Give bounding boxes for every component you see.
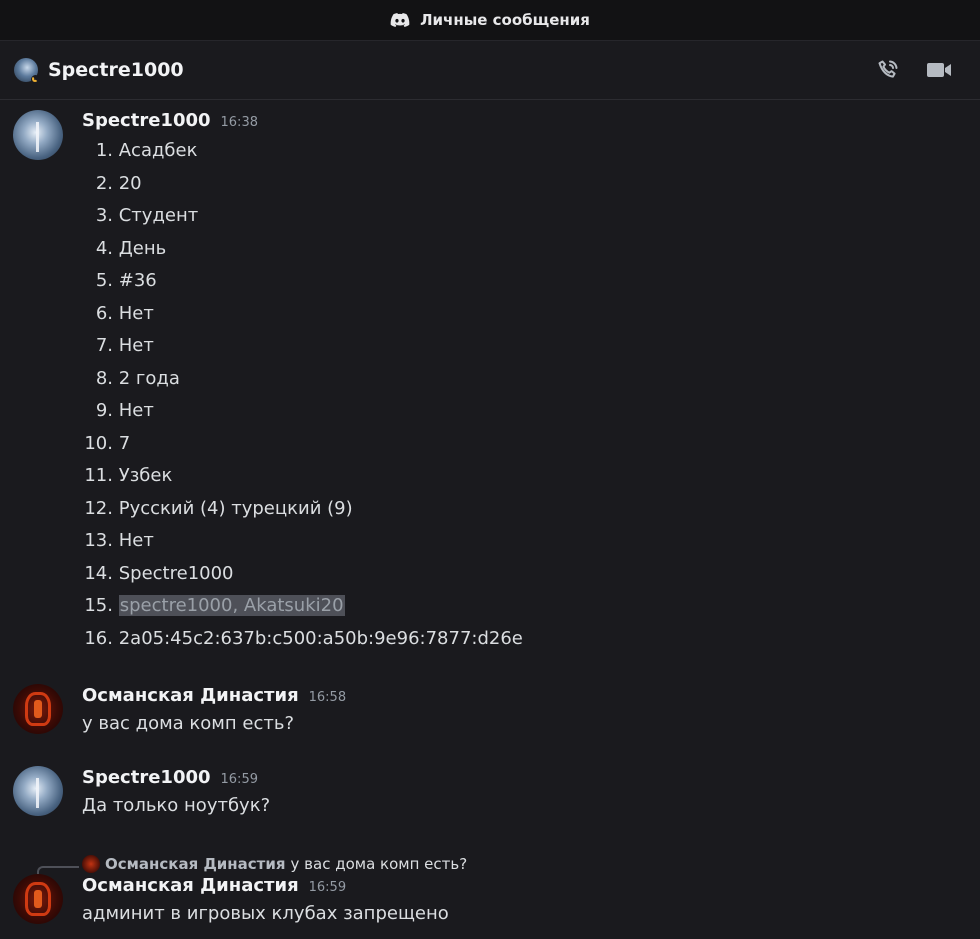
message-author[interactable]: Spectre1000 — [82, 110, 211, 131]
message-with-reply: Османская Династия у вас дома комп есть?… — [0, 854, 980, 928]
list-item: 15. spectre1000, Akatsuki20 — [84, 595, 345, 616]
list-item: 5. #36 — [95, 270, 157, 291]
message-list: Spectre1000 16:38 1. Асадбек 2. 20 3. Ст… — [0, 110, 980, 928]
spoiler-text[interactable]: spectre1000, Akatsuki20 — [118, 595, 345, 616]
user-avatar[interactable] — [13, 874, 63, 924]
message-text: у вас дома комп есть? — [82, 713, 294, 734]
discord-logo-icon — [390, 13, 410, 27]
message-text: Да только ноутбук? — [82, 795, 271, 816]
answer-list: 1. Асадбек 2. 20 3. Студент 4. День 5. #… — [82, 135, 980, 655]
list-item: 16. 2a05:45c2:637b:c500:a50b:9e96:7877:d… — [84, 627, 523, 649]
list-item: 9. Нет — [95, 400, 154, 421]
reply-avatar — [82, 855, 100, 873]
reply-preview[interactable]: Османская Династия у вас дома комп есть? — [82, 854, 980, 874]
message-timestamp: 16:59 — [308, 880, 347, 895]
reply-text[interactable]: у вас дома комп есть? — [291, 855, 468, 873]
dm-header: Spectre1000 — [0, 41, 980, 100]
video-call-icon[interactable] — [926, 60, 952, 80]
message: Spectre1000 16:38 1. Асадбек 2. 20 3. Ст… — [0, 110, 980, 655]
list-item: 6. Нет — [95, 302, 154, 324]
list-item: 12. Русский (4) турецкий (9) — [84, 497, 353, 519]
window-titlebar: Личные сообщения — [0, 0, 980, 41]
list-item: 3. Студент — [95, 205, 199, 226]
list-item: 1. Асадбек — [95, 140, 198, 161]
message: Spectre1000 16:59 Да только ноутбук? — [0, 766, 980, 820]
list-item: 10. 7 — [84, 432, 131, 454]
message-author[interactable]: Spectre1000 — [82, 767, 211, 788]
list-item: 13. Нет — [84, 530, 154, 551]
list-item: 7. Нет — [95, 335, 154, 356]
message-timestamp: 16:38 — [220, 115, 258, 130]
message-author[interactable]: Османская Династия — [82, 875, 299, 896]
user-avatar[interactable] — [13, 684, 63, 734]
message: Османская Династия 16:58 у вас дома комп… — [0, 684, 980, 738]
user-avatar[interactable] — [13, 766, 63, 816]
header-avatar[interactable] — [14, 58, 40, 84]
message-timestamp: 16:59 — [220, 772, 258, 787]
message-timestamp: 16:58 — [308, 690, 347, 705]
message-author[interactable]: Османская Династия — [82, 685, 299, 706]
list-item: 2. 20 — [95, 172, 142, 194]
user-avatar[interactable] — [13, 110, 63, 160]
list-item: 8. 2 года — [95, 367, 180, 389]
list-item: 4. День — [95, 237, 167, 259]
list-item: 14. Spectre1000 — [84, 562, 234, 584]
dm-recipient-name[interactable]: Spectre1000 — [48, 59, 184, 81]
message-text: админит в игровых клубах запрещено — [82, 903, 449, 924]
reply-author[interactable]: Османская Династия — [105, 855, 286, 873]
voice-call-icon[interactable] — [876, 58, 900, 82]
list-item: 11. Узбек — [84, 465, 173, 486]
window-title: Личные сообщения — [420, 11, 590, 29]
